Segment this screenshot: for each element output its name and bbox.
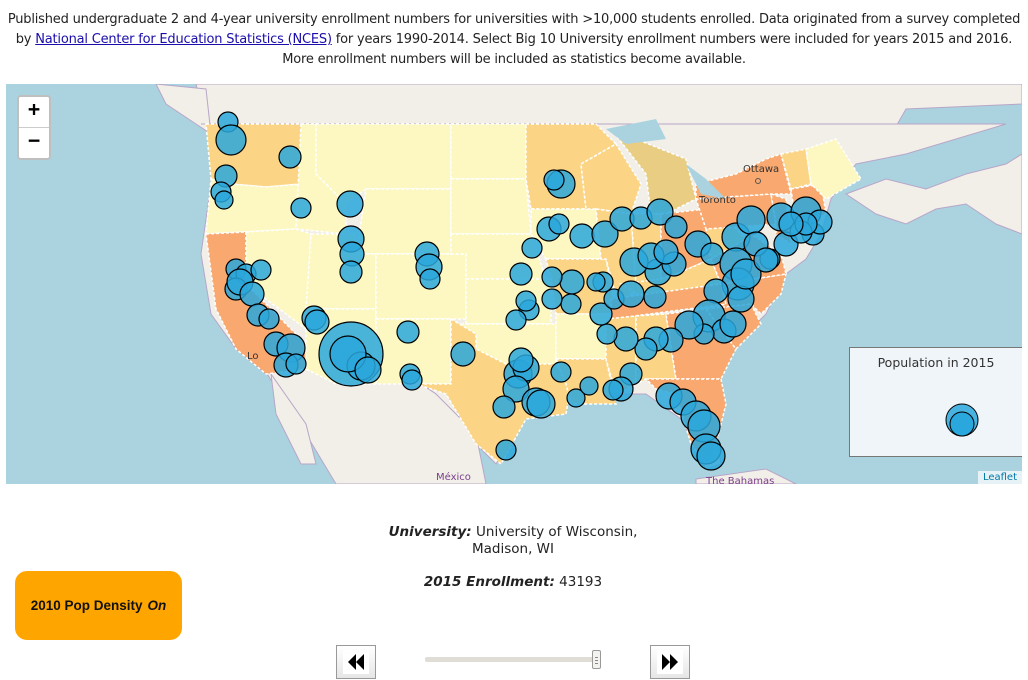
enrollment-info: 2015 Enrollment: 43193 [300, 574, 726, 591]
university-symbol[interactable] [541, 266, 563, 288]
forward-button[interactable] [650, 645, 690, 679]
university-symbol[interactable] [596, 323, 618, 345]
university-name-line2: Madison, WI [471, 541, 554, 557]
university-symbol[interactable] [653, 239, 679, 265]
university-symbol[interactable] [569, 223, 595, 249]
university-symbol[interactable] [753, 247, 779, 273]
university-symbol[interactable] [278, 145, 302, 169]
timeline-slider-handle[interactable] [592, 650, 601, 669]
rewind-button[interactable] [336, 645, 376, 679]
label-ottawa: Ottawa [743, 164, 779, 175]
university-symbol[interactable] [401, 369, 423, 391]
university-symbol[interactable] [559, 269, 585, 295]
university-symbol[interactable] [304, 309, 330, 335]
enrollment-label: 2015 Enrollment: [423, 574, 555, 590]
zoom-control: + − [17, 95, 51, 160]
university-symbol[interactable] [396, 320, 420, 344]
intro-text-after-link: for years 1990-2014. Select Big 10 Unive… [282, 32, 1013, 67]
university-symbol[interactable] [526, 389, 556, 419]
university-symbol[interactable] [336, 190, 364, 218]
university-symbol[interactable] [543, 169, 565, 191]
university-label: University: [388, 524, 472, 540]
zoom-in-button[interactable]: + [19, 97, 49, 127]
university-symbol[interactable] [703, 278, 729, 304]
label-toronto: Toronto [698, 195, 736, 206]
leaflet-attribution[interactable]: Leaflet [977, 471, 1022, 484]
university-symbol[interactable] [450, 341, 476, 367]
university-symbol[interactable] [521, 237, 543, 259]
university-symbol[interactable] [778, 211, 804, 237]
university-symbol[interactable] [579, 376, 599, 396]
university-symbol[interactable] [258, 308, 280, 330]
label-bahamas: The Bahamas [705, 476, 774, 484]
university-symbol[interactable] [495, 439, 517, 461]
university-symbol[interactable] [550, 361, 572, 383]
map[interactable]: Ottawa Toronto México The Bahamas Lo + −… [6, 84, 1022, 484]
legend-title: Population in 2015 [877, 355, 995, 370]
rewind-icon [348, 654, 364, 670]
state-north-dakota [450, 123, 527, 180]
university-symbol[interactable] [239, 281, 265, 307]
university-symbol[interactable] [617, 280, 645, 308]
university-symbol[interactable] [727, 285, 755, 313]
intro-text: Published undergraduate 2 and 4-year uni… [0, 10, 1028, 70]
label-mexico: México [436, 471, 471, 483]
university-symbol[interactable] [419, 268, 441, 290]
university-symbol[interactable] [509, 262, 533, 286]
university-symbol[interactable] [285, 353, 307, 375]
university-symbol[interactable] [586, 272, 606, 292]
university-symbol[interactable] [696, 441, 726, 471]
legend-circle-small [949, 411, 975, 437]
university-name-line1: University of Wisconsin, [476, 524, 638, 540]
university-symbol[interactable] [339, 260, 363, 284]
university-symbol[interactable] [602, 379, 624, 401]
university-symbol[interactable] [613, 326, 639, 352]
university-symbol[interactable] [515, 290, 537, 312]
university-symbol[interactable] [505, 309, 527, 331]
nces-link[interactable]: National Center for Education Statistics… [35, 32, 332, 47]
university-symbol[interactable] [719, 310, 747, 338]
legend: Population in 2015 [849, 347, 1022, 457]
zoom-out-button[interactable]: − [19, 127, 49, 158]
university-symbol[interactable] [560, 293, 582, 315]
density-button-state: On [147, 598, 167, 613]
timeline-slider[interactable] [425, 650, 601, 669]
university-info: University: University of Wisconsin, Mad… [383, 524, 643, 558]
state-south-dakota [450, 178, 532, 235]
university-symbol[interactable] [664, 215, 688, 239]
university-symbol[interactable] [250, 259, 272, 281]
university-symbol[interactable] [290, 197, 312, 219]
density-button-label: 2010 Pop Density [30, 598, 143, 613]
university-symbol[interactable] [214, 190, 234, 210]
university-symbol[interactable] [736, 205, 766, 235]
university-symbol[interactable] [541, 288, 563, 310]
pop-density-toggle-button[interactable]: 2010 Pop Density On [15, 571, 182, 640]
fast-forward-icon [662, 654, 678, 670]
selection-info: University: University of Wisconsin, Mad… [300, 524, 726, 591]
university-symbol[interactable] [354, 356, 382, 384]
university-symbol[interactable] [492, 395, 516, 419]
university-symbol[interactable] [643, 285, 667, 309]
university-symbol[interactable] [548, 213, 570, 235]
label-los-angeles: Lo [247, 351, 259, 362]
university-symbol[interactable] [508, 347, 534, 373]
state-wyoming [355, 188, 452, 255]
enrollment-value: 43193 [559, 574, 603, 590]
university-symbol[interactable] [215, 124, 247, 156]
